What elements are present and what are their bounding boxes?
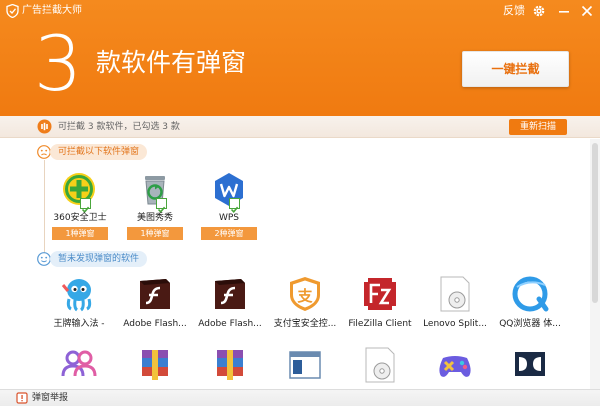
disc-icon — [365, 347, 395, 383]
app-name: 美图秀秀 — [136, 213, 173, 223]
no-popup-section-label: 暂未发现弹窗的软件 — [50, 251, 148, 267]
popup-report-link[interactable]: 弹窗举报 — [32, 392, 68, 405]
checkbox-checked[interactable] — [80, 198, 91, 213]
winrar-icon — [142, 350, 168, 380]
report-icon — [16, 392, 28, 404]
feedback-link[interactable]: 反馈 — [503, 3, 525, 19]
section-divider — [44, 160, 45, 253]
blockable-section-label: 可拦截以下软件弹窗 — [50, 144, 148, 160]
header: 广告拦截大师 反馈 3 款软件有弹窗 一键拦截 — [0, 0, 600, 116]
app-name: 王牌输入法 - — [53, 319, 105, 329]
checkbox-checked[interactable] — [156, 198, 167, 213]
alipay-icon: 支 — [290, 277, 320, 311]
octopus-ime-icon — [61, 279, 92, 312]
app-title: 广告拦截大师 — [22, 5, 82, 16]
meitu-recycle-icon — [145, 176, 165, 205]
adobe-flash-icon — [140, 279, 170, 309]
app-name: WPS — [218, 213, 240, 223]
disc-icon — [440, 276, 470, 312]
rescan-button[interactable]: 重新扫描 — [509, 119, 567, 135]
gear-icon[interactable] — [532, 4, 546, 18]
app-name: FileZilla Client — [348, 319, 412, 329]
app-name: Adobe Flash... — [198, 319, 262, 329]
warning-face-icon — [37, 145, 51, 159]
popup-count-badge: 1种弹窗 — [52, 227, 108, 240]
block-all-button[interactable]: 一键拦截 — [462, 51, 569, 87]
block-icon — [37, 119, 52, 134]
qq-browser-icon — [512, 276, 549, 312]
title-bar: 广告拦截大师 反馈 — [0, 0, 600, 22]
gamepad-icon — [439, 356, 471, 377]
app-name: 支付宝安全控... — [273, 319, 337, 329]
adobe-flash-icon — [215, 279, 245, 309]
scan-results: 可拦截以下软件弹窗 360安全卫士 1种弹窗 美图秀秀 1种弹窗 WPS 2种弹… — [0, 139, 590, 389]
app-name: Adobe Flash... — [123, 319, 187, 329]
app-window: 广告拦截大师 反馈 3 款软件有弹窗 一键拦截 可拦截 3 款软件，已勾选 3 … — [0, 0, 600, 406]
winrar-icon — [217, 350, 243, 380]
summary-bar: 可拦截 3 款软件，已勾选 3 款 重新扫描 — [0, 116, 600, 138]
scrollbar-thumb[interactable] — [592, 143, 598, 303]
window-app-icon — [289, 351, 321, 379]
app-name: Lenovo Split... — [423, 319, 487, 329]
popup-count-badge: 1种弹窗 — [127, 227, 183, 240]
svg-text:支: 支 — [296, 287, 313, 305]
checkbox-checked[interactable] — [229, 198, 240, 213]
minimize-icon[interactable] — [557, 4, 571, 18]
vertical-scrollbar[interactable] — [590, 139, 600, 389]
app-name: QQ浏览器 体... — [499, 319, 561, 329]
app-name: 360安全卫士 — [53, 213, 107, 223]
smile-face-icon — [37, 252, 51, 266]
headline: 款软件有弹窗 — [96, 48, 247, 77]
footer: 弹窗举报 — [0, 389, 600, 406]
summary-text: 可拦截 3 款软件，已勾选 3 款 — [58, 122, 180, 132]
popup-count-badge: 2种弹窗 — [201, 227, 257, 240]
users-icon — [61, 350, 97, 377]
filezilla-icon — [364, 278, 396, 310]
popup-software-count: 3 — [33, 19, 83, 108]
dolby-icon — [515, 352, 545, 376]
shield-logo-icon — [6, 4, 19, 18]
close-icon[interactable] — [580, 4, 594, 18]
